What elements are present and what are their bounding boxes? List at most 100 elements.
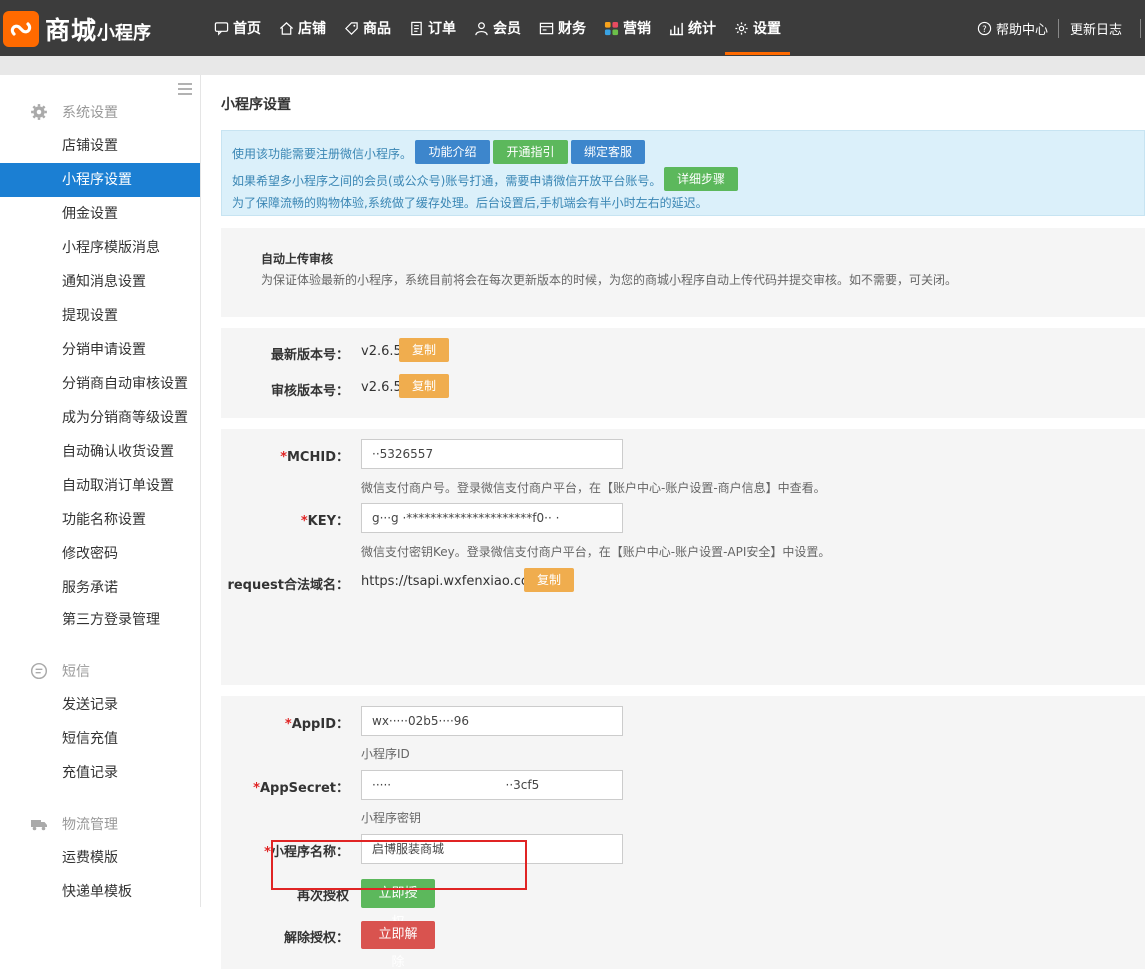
finance-icon	[539, 22, 554, 34]
nav-label: 设置	[753, 21, 781, 37]
sidebar-item-template-messages[interactable]: 小程序模版消息	[0, 231, 200, 265]
nav-label: 首页	[233, 21, 261, 37]
home-icon	[279, 21, 294, 35]
sidebar-item-auto-cancel-order[interactable]: 自动取消订单设置	[0, 469, 200, 503]
nav-label: 会员	[493, 21, 521, 37]
revoke-now-button[interactable]: 立即解除	[361, 921, 435, 970]
sidebar-item-send-records[interactable]: 发送记录	[0, 688, 200, 722]
setup-guide-button[interactable]: 开通指引	[493, 140, 568, 164]
appsecret-label-text: AppSecret：	[259, 781, 349, 796]
sidebar-item-store-settings[interactable]: 店铺设置	[0, 129, 200, 163]
nav-label: 营销	[623, 21, 651, 37]
mchid-label-text: MCHID：	[287, 450, 349, 465]
page-title: 小程序设置	[221, 97, 291, 113]
appid-label-text: AppID：	[291, 717, 349, 732]
bind-service-button[interactable]: 绑定客服	[571, 140, 645, 164]
sidebar-group-system: 系统设置	[0, 95, 200, 129]
required-mark: *	[280, 450, 287, 465]
key-input[interactable]: g···g ·*********************f0·· ·	[361, 503, 623, 533]
nav-products[interactable]: 商品	[335, 0, 400, 56]
sidebar-item-change-password[interactable]: 修改密码	[0, 537, 200, 571]
sidebar-item-auto-confirm-receipt[interactable]: 自动确认收货设置	[0, 435, 200, 469]
nav-marketing[interactable]: 营销	[595, 0, 660, 56]
nav-finance[interactable]: 财务	[530, 0, 595, 56]
latest-version-label: 最新版本号：	[270, 348, 349, 363]
review-version-label: 审核版本号：	[270, 384, 349, 399]
sidebar-item-notifications[interactable]: 通知消息设置	[0, 265, 200, 299]
sidebar-item-sms-recharge[interactable]: 短信充值	[0, 722, 200, 756]
sidebar-item-distributor-auto-review[interactable]: 分销商自动审核设置	[0, 367, 200, 401]
sidebar-item-commission[interactable]: 佣金设置	[0, 197, 200, 231]
marketing-icon	[604, 21, 619, 35]
sidebar-item-distributor-levels[interactable]: 成为分销商等级设置	[0, 401, 200, 435]
auto-review-panel: 自动上传审核 为保证体验最新的小程序，系统目前将会在每次更新版本的时候，为您的商…	[221, 228, 1145, 317]
appid-input[interactable]: wx·····02b5····96	[361, 706, 623, 736]
user-icon	[475, 21, 488, 35]
nav-label: 商品	[363, 21, 391, 37]
nav-statistics[interactable]: 统计	[660, 0, 725, 56]
sidebar-item-shipping-template[interactable]: 运费模版	[0, 841, 200, 875]
copy-latest-version-button[interactable]: 复制	[399, 338, 449, 362]
nav-home[interactable]: 首页	[205, 0, 270, 56]
notice-line-open-platform: 如果希望多小程序之间的会员(或公众号)账号打通，需要申请微信开放平台账号。	[232, 174, 662, 188]
gear-icon	[31, 104, 47, 120]
header-divider	[0, 56, 1145, 75]
detailed-steps-button[interactable]: 详细步骤	[664, 167, 738, 191]
appsecret-input[interactable]: ····· ··3cf5	[361, 770, 623, 800]
key-label: *KEY：	[221, 510, 349, 529]
request-domain-label: request合法域名：	[227, 578, 349, 593]
version-panel: 最新版本号： v2.6.5 复制 审核版本号： v2.6.5 复制	[221, 328, 1145, 418]
nav-store[interactable]: 店铺	[270, 0, 335, 56]
sidebar-group-sms: 短信	[0, 654, 200, 688]
changelog-link[interactable]: 更新日志	[1059, 18, 1141, 38]
highlight-box	[271, 840, 527, 890]
message-icon	[30, 662, 48, 680]
tag-icon	[345, 21, 358, 35]
help-center-link[interactable]: ? 帮助中心	[977, 18, 1059, 38]
truck-icon	[31, 820, 47, 831]
sidebar-item-miniprogram-settings[interactable]: 小程序设置	[0, 163, 200, 197]
notice-line-register: 使用该功能需要注册微信小程序。	[232, 147, 413, 161]
required-mark: *	[253, 781, 260, 796]
mchid-input[interactable]: ··5326557	[361, 439, 623, 469]
required-mark: *	[264, 845, 271, 860]
top-right-links: ? 帮助中心 更新日志	[977, 0, 1145, 56]
revoke-authorization-label: 解除授权：	[283, 931, 349, 946]
required-mark: *	[284, 717, 292, 732]
sidebar-item-waybill-template[interactable]: 快递单模板	[0, 875, 200, 909]
nav-members[interactable]: 会员	[465, 0, 530, 56]
sidebar-item-distribution-apply[interactable]: 分销申请设置	[0, 333, 200, 367]
key-label-text: KEY：	[307, 514, 349, 529]
appsecret-hint: 小程序密钥	[361, 811, 422, 825]
copy-review-version-button[interactable]: 复制	[399, 374, 449, 398]
feature-intro-button[interactable]: 功能介绍	[415, 140, 490, 164]
sidebar-item-third-party-login[interactable]: 第三方登录管理	[0, 603, 200, 637]
notice-line-cache: 为了保障流畅的购物体验,系统做了缓存处理。后台设置后,手机端会有半小时左右的延迟…	[232, 196, 708, 210]
sidebar: 系统设置 店铺设置 小程序设置 佣金设置 小程序模版消息 通知消息设置 提现设置…	[0, 75, 201, 907]
sidebar-group-label: 物流管理	[62, 817, 118, 833]
gear-icon	[735, 21, 748, 35]
top-navbar: 商城 小程序 首页 店铺 商品 订单 会员 财务 营销 统计 设置 ? 帮助中心…	[0, 0, 1145, 56]
sidebar-item-feature-names[interactable]: 功能名称设置	[0, 503, 200, 537]
info-notice: 使用该功能需要注册微信小程序。 功能介绍 开通指引 绑定客服 如果希望多小程序之…	[221, 130, 1145, 216]
copy-domain-button[interactable]: 复制	[524, 568, 574, 592]
nav-label: 财务	[558, 21, 586, 37]
request-domain-value: https://tsapi.wxfenxiao.com	[361, 574, 542, 589]
chat-icon	[214, 21, 229, 36]
key-hint: 微信支付密钥Key。登录微信支付商户平台，在【账户中心-账户设置-API安全】中…	[361, 545, 831, 559]
nav-settings[interactable]: 设置	[725, 0, 790, 56]
sidebar-item-withdrawal[interactable]: 提现设置	[0, 299, 200, 333]
question-icon: ?	[977, 21, 992, 35]
sidebar-item-service-promise[interactable]: 服务承诺	[0, 571, 200, 605]
auto-review-title: 自动上传审核	[261, 252, 334, 266]
sidebar-item-recharge-records[interactable]: 充值记录	[0, 756, 200, 790]
auto-review-description: 为保证体验最新的小程序，系统目前将会在每次更新版本的时候，为您的商城小程序自动上…	[261, 273, 958, 287]
help-label: 帮助中心	[995, 22, 1048, 38]
sidebar-group-label: 系统设置	[62, 105, 118, 121]
nav-orders[interactable]: 订单	[400, 0, 465, 56]
document-icon	[411, 21, 422, 35]
sidebar-group-logistics: 物流管理	[0, 807, 200, 841]
app-logo[interactable]: 商城 小程序	[0, 4, 195, 54]
logo-subtitle: 小程序	[97, 22, 152, 44]
app-config-panel: *AppID： wx·····02b5····96 小程序ID *AppSecr…	[221, 696, 1145, 970]
